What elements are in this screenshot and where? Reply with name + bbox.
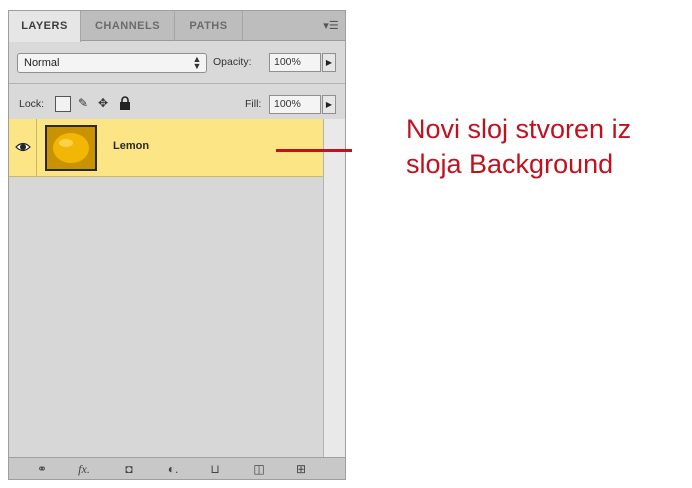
blend-mode-value: Normal bbox=[24, 57, 60, 69]
tab-paths[interactable]: PATHS bbox=[175, 11, 243, 41]
callout-line-1: Novi sloj stvoren iz bbox=[406, 114, 632, 144]
callout-line bbox=[276, 149, 352, 152]
new-layer-icon[interactable]: ◫ bbox=[251, 461, 267, 477]
fx-icon[interactable]: fx. bbox=[73, 461, 95, 477]
divider bbox=[9, 83, 345, 84]
panel-menu-icon[interactable]: ▾☰ bbox=[323, 19, 339, 33]
tab-channels[interactable]: CHANNELS bbox=[81, 11, 175, 41]
stepper-arrows-icon: ▲ ▼ bbox=[192, 54, 202, 71]
layer-thumbnail[interactable] bbox=[45, 125, 97, 171]
callout-text: Novi sloj stvoren iz sloja Background bbox=[406, 112, 690, 182]
new-group-icon[interactable]: ⊔ bbox=[207, 461, 223, 477]
opacity-slider-arrow-icon[interactable]: ▶ bbox=[322, 53, 336, 72]
lock-position-icon[interactable]: ✥ bbox=[95, 96, 111, 112]
adjustment-layer-icon[interactable]: ◐. bbox=[163, 461, 183, 477]
layers-list: Lemon bbox=[9, 119, 323, 459]
lock-transparent-pixels-icon[interactable] bbox=[55, 96, 71, 112]
visibility-toggle[interactable] bbox=[9, 119, 37, 176]
trash-icon[interactable]: ⊞ bbox=[293, 461, 309, 477]
panel-footer: ⚭ fx. ◘ ◐. ⊔ ◫ ⊞ bbox=[9, 457, 345, 479]
fill-slider-arrow-icon[interactable]: ▶ bbox=[322, 95, 336, 114]
add-mask-icon[interactable]: ◘ bbox=[121, 461, 137, 477]
tab-layers[interactable]: LAYERS bbox=[9, 11, 81, 42]
opacity-label: Opacity: bbox=[213, 56, 252, 68]
lock-image-pixels-icon[interactable]: ✎ bbox=[75, 96, 91, 112]
fill-field[interactable]: 100% bbox=[269, 95, 321, 114]
opacity-field[interactable]: 100% bbox=[269, 53, 321, 72]
callout-line-2: sloja Background bbox=[406, 149, 614, 179]
layer-name[interactable]: Lemon bbox=[113, 140, 149, 152]
blend-mode-select[interactable]: Normal ▲ ▼ bbox=[17, 53, 207, 73]
layers-panel: LAYERS CHANNELS PATHS ▾☰ Normal ▲ ▼ Opaci… bbox=[8, 10, 346, 480]
layer-row[interactable]: Lemon bbox=[9, 119, 323, 177]
layers-scrollbar[interactable] bbox=[323, 119, 345, 459]
lock-all-icon[interactable] bbox=[117, 96, 133, 112]
link-layers-icon[interactable]: ⚭ bbox=[33, 461, 51, 477]
lock-label: Lock: bbox=[19, 98, 45, 110]
panel-tab-bar: LAYERS CHANNELS PATHS ▾☰ bbox=[9, 11, 345, 42]
fill-label: Fill: bbox=[245, 98, 262, 110]
